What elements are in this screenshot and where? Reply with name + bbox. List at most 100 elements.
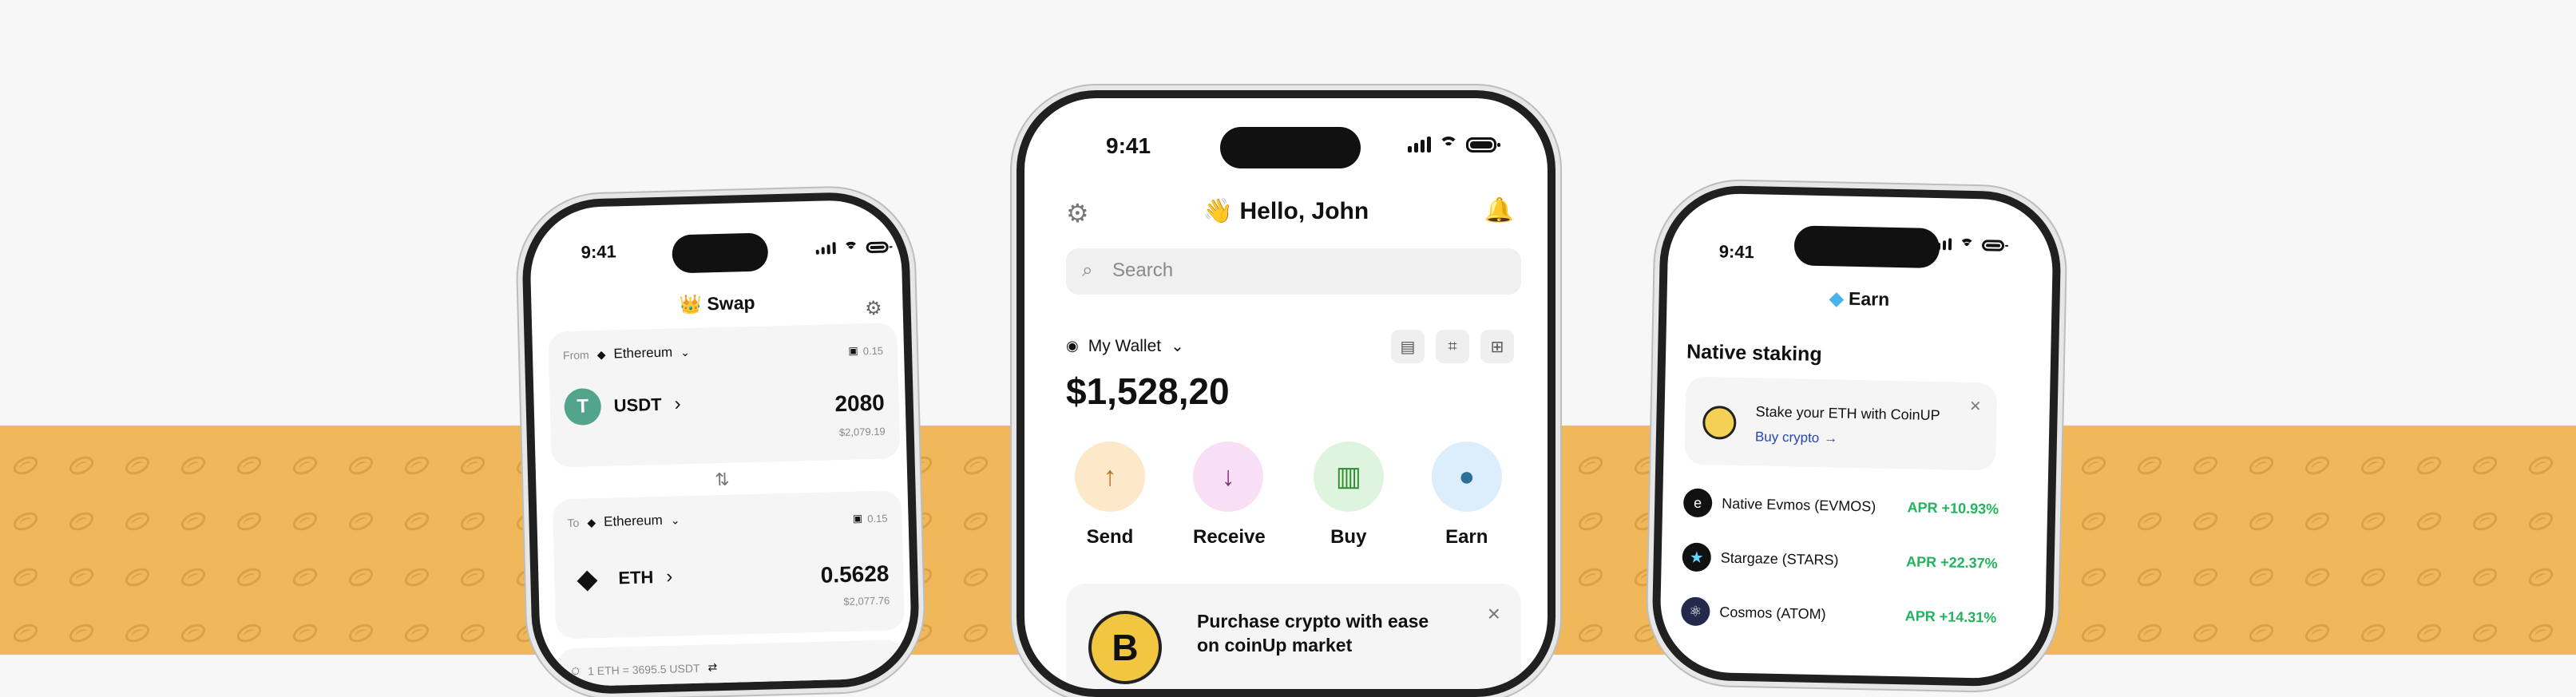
asset-main: ★ Stargaze (STARS) [1682,542,1839,574]
right-status-time: 9:41 [1718,241,1755,263]
left-phone-frame: 9:41 👑 Swap ⚙ From ◆ Ethereum ⌄ ▣ 0.15 T … [520,190,921,696]
chevron-down-icon[interactable]: ⌄ [671,513,680,527]
coin-pattern-icon [2358,509,2388,534]
coin-pattern-icon [2190,453,2221,478]
swap-to-card[interactable]: To ◆ Ethereum ⌄ ▣ 0.15 ◆ ETH › 0.5628 $2,… [552,490,906,640]
coin-pattern-icon [290,453,320,478]
to-label: To [567,516,580,530]
from-token[interactable]: T USDT › [564,386,681,426]
coin-pattern-icon [10,453,41,478]
asset-name: Cosmos (ATOM) [1719,603,1826,622]
chevron-down-icon: ⌄ [1171,338,1184,355]
copy-icon[interactable]: ▤ [1391,330,1425,363]
arrow-down-icon[interactable]: ↓ [1193,442,1263,512]
buy-action[interactable]: ▥ Buy [1313,442,1384,548]
coin-pattern-icon [2246,509,2277,534]
coin-pattern-icon [2358,620,2388,646]
add-wallet-icon[interactable]: ⊞ [1480,330,1514,363]
wallet-icon: ▣ [852,512,863,525]
coin-pattern-icon [2302,509,2332,534]
earn-label: Earn [1445,526,1488,548]
coin-pattern-icon [2358,453,2388,478]
refresh-icon[interactable]: ◌ [571,663,580,679]
greeting-text: Hello, John [1239,198,1369,224]
eye-icon[interactable]: ◉ [1066,338,1079,354]
list-item[interactable]: ★ Stargaze (STARS) APR +22.37% [1682,542,1998,577]
ethereum-icon: ◆ [596,347,606,361]
coin-pattern-icon [2190,620,2221,646]
coin-pattern-icon [234,453,264,478]
evmos-icon: e [1682,488,1713,518]
coin-pattern-icon [346,509,376,534]
coin-pattern-icon [2246,453,2277,478]
piggy-bank-icon[interactable]: ● [1431,442,1502,512]
from-amount[interactable]: 2080 [834,390,885,418]
wallet-balance: $1,528,20 [1066,370,1230,412]
close-icon[interactable]: × [1969,395,1982,418]
promo-card[interactable]: B Purchase crypto with ease on coinUp ma… [1066,584,1521,689]
swap-rate-icon[interactable]: ⇄ [707,660,717,674]
buy-crypto-label: Buy crypto [1754,429,1820,446]
chevron-down-icon[interactable]: ⌄ [680,345,690,358]
rate-card: ◌ 1 ETH = 3695.5 USDT ⇄ [556,640,907,696]
coin-pattern-icon [458,564,488,590]
wallet-selector[interactable]: ◉ My Wallet ⌄ [1066,336,1184,356]
coin-pattern-icon [2358,564,2388,590]
coin-pattern-icon [2470,564,2500,590]
coin-pattern-icon [2079,620,2109,646]
asset-apr: APR +10.93% [1907,498,1999,517]
cash-icon[interactable]: ▥ [1313,442,1384,512]
coin-pattern-icon [346,564,376,590]
buy-crypto-link[interactable]: Buy crypto → [1755,429,1838,446]
right-status-icons [1931,238,2005,254]
wave-icon: 👋 [1203,198,1234,224]
coin-pattern-icon [2246,620,2277,646]
coin-pattern-icon [122,509,153,534]
signal-icon [1931,238,1952,251]
coin-pattern-icon [2414,453,2444,478]
coin-pattern-icon [122,620,153,646]
coin-pattern-icon [1575,453,1606,478]
asset-main: ⚛ Cosmos (ATOM) [1680,596,1826,628]
swap-title-label: Swap [707,291,755,315]
scan-icon[interactable]: ⌗ [1436,330,1469,363]
close-icon[interactable]: × [1488,601,1500,627]
coin-pattern-icon [178,620,208,646]
bitcoin-coin-icon: B [1088,611,1162,684]
gear-icon[interactable]: ⚙ [865,297,882,321]
to-amount[interactable]: 0.5628 [820,561,889,588]
coin-pattern-icon [1575,564,1606,590]
receive-action[interactable]: ↓ Receive [1193,442,1266,548]
swap-direction-icon[interactable]: ⇅ [715,469,730,490]
coin-pattern-icon [178,564,208,590]
swap-from-card[interactable]: From ◆ Ethereum ⌄ ▣ 0.15 T USDT › 2080 $2… [548,323,901,468]
list-item[interactable]: e Native Evmos (EVMOS) APR +10.93% [1682,488,1999,523]
asset-name: Stargaze (STARS) [1720,548,1839,568]
coin-pattern-icon [234,564,264,590]
send-label: Send [1086,526,1134,548]
coin-pattern-icon [2079,453,2109,478]
coin-pattern-icon [66,564,97,590]
stake-promo-card[interactable]: Stake your ETH with CoinUP Buy crypto → … [1684,376,1998,471]
from-label: From [562,348,589,362]
coin-pattern-icon [2302,620,2332,646]
chevron-right-icon: › [666,565,673,588]
swap-title: 👑 Swap [531,288,903,319]
coin-pattern-icon [122,453,153,478]
list-item[interactable]: ⚛ Cosmos (ATOM) APR +14.31% [1680,596,1997,632]
to-header: To ◆ Ethereum ⌄ [567,512,680,531]
to-network[interactable]: Ethereum [604,513,663,530]
search-input[interactable]: ⌕ Search [1066,248,1521,295]
native-staking-title: Native staking [1686,340,1822,366]
ethereum-icon: ◆ [587,515,596,529]
buy-label: Buy [1330,526,1367,548]
quick-actions: ↑ Send ↓ Receive ▥ Buy ● Earn [1075,442,1502,548]
to-token[interactable]: ◆ ETH › [569,559,673,598]
earn-action[interactable]: ● Earn [1431,442,1502,548]
arrow-up-icon[interactable]: ↑ [1075,442,1145,512]
signal-icon [1408,137,1431,152]
usdt-icon: T [564,387,602,426]
notification-bell-icon[interactable]: 🔔 [1484,196,1514,224]
from-network[interactable]: Ethereum [613,345,672,362]
send-action[interactable]: ↑ Send [1075,442,1145,548]
